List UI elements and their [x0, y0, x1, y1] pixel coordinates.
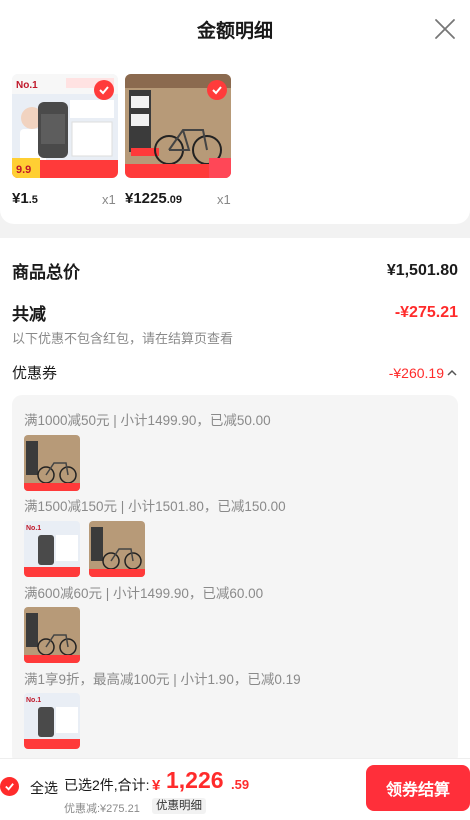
svg-text:No.1: No.1	[26, 525, 41, 532]
selected-count: 已选2件,合计:	[64, 777, 150, 793]
discount-detail-button[interactable]: 优惠明细	[152, 798, 206, 814]
amount-summary-card: 商品总价 ¥1,501.80 共减 -¥275.21 以下优惠不包含红包，请在结…	[0, 238, 470, 820]
checkout-bar: 全选 已选2件,合计: ¥ 1,226 .59 优惠减:¥275.21 优惠明细…	[0, 758, 470, 820]
coupon-value[interactable]: -¥260.19	[389, 365, 458, 381]
total-row: 商品总价 ¥1,501.80	[12, 258, 458, 283]
coupon-rule-text: 满1500减150元 | 小计1501.80，已减150.00	[24, 499, 286, 514]
chevron-up-icon[interactable]	[446, 367, 458, 379]
coupon-rule-text: 满1000减50元 | 小计1499.90，已减50.00	[24, 413, 271, 428]
product-price: ¥1.5	[12, 190, 38, 207]
product-quantity: x1	[102, 192, 116, 207]
bicycle-product-thumbnail	[24, 435, 80, 491]
bicycle-product-thumbnail	[89, 521, 145, 577]
total-amount: 1,226	[166, 767, 224, 793]
total-value: ¥1,501.80	[386, 261, 458, 279]
product-quantity: x1	[217, 192, 231, 207]
shampoo-product-thumbnail: No.1	[24, 521, 80, 577]
savings-text: 优惠减:¥275.21	[64, 803, 140, 815]
discount-label: 共减	[12, 305, 46, 324]
product-price: ¥1225.09	[125, 190, 183, 207]
checked-icon[interactable]	[207, 80, 227, 100]
svg-text:No.1: No.1	[26, 697, 41, 704]
checkout-button[interactable]: 领券结算	[366, 765, 470, 811]
bicycle-product-image[interactable]	[125, 74, 231, 178]
shampoo-product-image[interactable]: No.1 9.9	[12, 74, 118, 178]
coupon-rule-text: 满600减60元 | 小计1499.90，已减60.00	[24, 586, 264, 601]
product-item[interactable]: ¥1225.09 x1	[125, 74, 231, 207]
svg-text:No.1: No.1	[16, 80, 38, 91]
select-all-checkbox[interactable]	[0, 777, 19, 796]
discount-row: 共减 -¥275.21	[12, 300, 458, 325]
total-label: 商品总价	[12, 263, 80, 282]
checked-icon[interactable]	[94, 80, 114, 100]
close-icon[interactable]	[430, 14, 460, 44]
total-currency: ¥	[152, 777, 161, 794]
bicycle-product-thumbnail	[24, 607, 80, 663]
svg-text:9.9: 9.9	[16, 164, 31, 176]
product-item[interactable]: No.1 9.9 ¥1.5 x1	[12, 74, 118, 207]
discount-value: -¥275.21	[394, 303, 458, 321]
total-amount-decimal: .59	[231, 777, 250, 792]
coupon-row[interactable]: 优惠券 -¥260.19	[12, 362, 458, 383]
header: 金额明细	[0, 0, 470, 58]
selected-products-card: No.1 9.9 ¥1.5 x1 ¥1225.09 x1	[0, 58, 470, 224]
coupon-rule-text: 满1享9折，最高减100元 | 小计1.90，已减0.19	[24, 672, 301, 687]
coupon-label: 优惠券	[12, 365, 58, 382]
select-all-label[interactable]: 全选	[30, 778, 58, 798]
coupon-detail-panel: 满1000减50元 | 小计1499.90，已减50.00 满1500减150元…	[12, 395, 458, 765]
page-title: 金额明细	[196, 20, 273, 42]
shampoo-product-thumbnail: No.1	[24, 693, 80, 749]
discount-note: 以下优惠不包含红包，请在结算页查看	[12, 331, 234, 346]
